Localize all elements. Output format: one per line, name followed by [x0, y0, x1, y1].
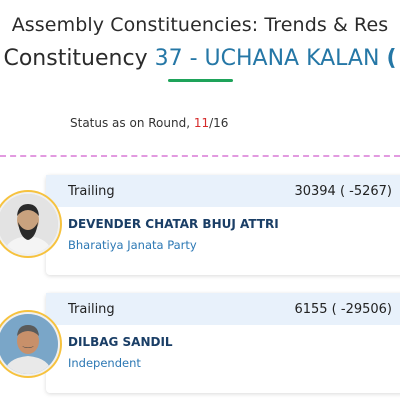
title-underline: [168, 79, 233, 82]
section-divider: [0, 155, 400, 157]
round-total: 16: [213, 116, 229, 130]
candidate-votes: 6155 ( -29506): [294, 301, 392, 317]
candidate-photo-icon-graphic: [0, 314, 58, 374]
candidate-party[interactable]: Independent: [68, 356, 400, 370]
round-current: 11: [193, 116, 210, 130]
candidate-card-header: Trailing 30394 ( -5267): [46, 175, 400, 207]
candidate-name[interactable]: DEVENDER CHATAR BHUJ ATTRI: [68, 217, 400, 231]
constituency-heading: Constituency 37 - UCHANA KALAN (: [0, 46, 400, 71]
constituency-prefix: Constituency: [3, 46, 148, 71]
status-label: Status as on Round,: [70, 116, 194, 130]
candidate-card[interactable]: Trailing 6155 ( -29506) DILBAG SANDIL In…: [46, 293, 400, 393]
candidate-votes: 30394 ( -5267): [294, 183, 392, 199]
candidate-status: Trailing: [68, 301, 115, 317]
constituency-name: 37 - UCHANA KALAN: [154, 46, 380, 71]
results-page: Assembly Constituencies: Trends & Res Co…: [0, 0, 400, 400]
constituency-tail: (: [386, 46, 397, 71]
candidate-card-header: Trailing 6155 ( -29506): [46, 293, 400, 325]
candidate-status: Trailing: [68, 183, 115, 199]
candidate-card[interactable]: Trailing 30394 ( -5267) DEVENDER CHATAR …: [46, 175, 400, 275]
round-status: Status as on Round, 11/16: [70, 116, 228, 130]
page-title: Assembly Constituencies: Trends & Res: [11, 14, 389, 36]
candidate-photo-icon-graphic: [0, 194, 58, 254]
candidate-party[interactable]: Bharatiya Janata Party: [68, 238, 400, 252]
candidate-name[interactable]: DILBAG SANDIL: [68, 335, 400, 349]
